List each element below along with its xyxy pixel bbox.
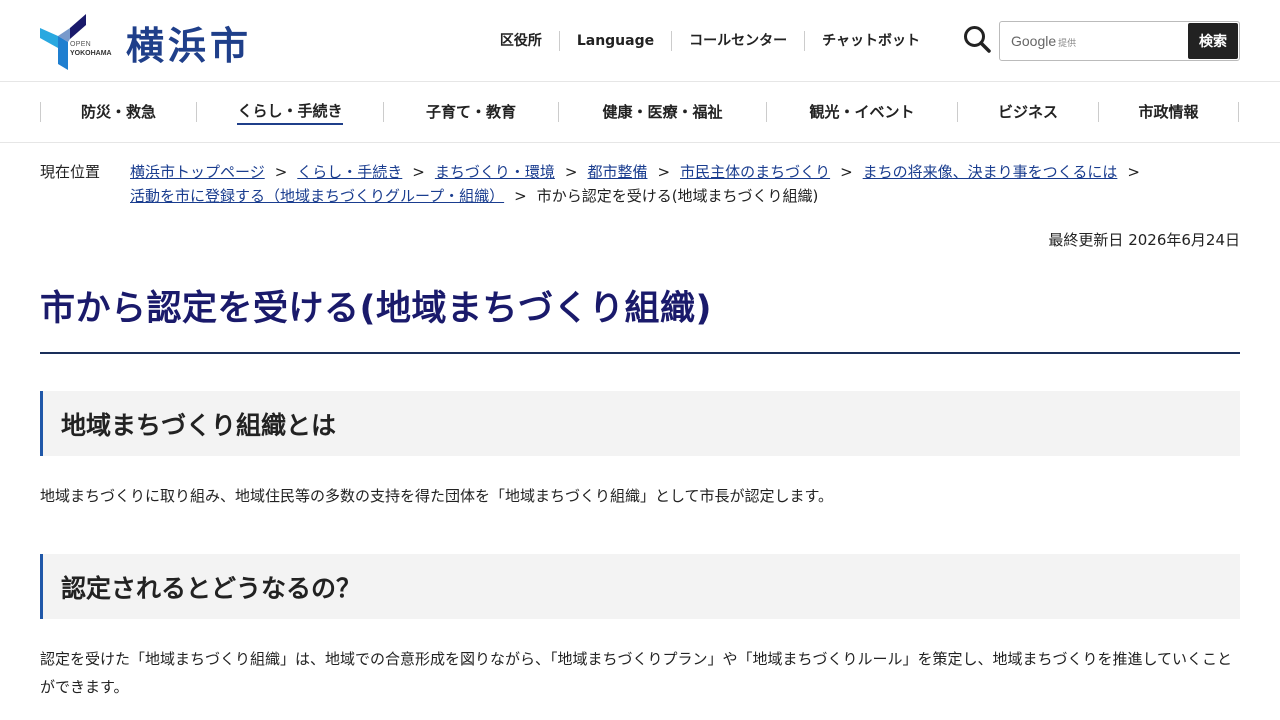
page-title: 市から認定を受ける(地域まちづくり組織) [40, 289, 712, 329]
breadcrumb-link-top[interactable]: 横浜市トップページ [130, 163, 265, 181]
gnav-item-business[interactable]: ビジネス [957, 102, 1098, 122]
search-icon[interactable] [962, 24, 992, 54]
util-link-language[interactable]: Language [558, 31, 671, 51]
breadcrumb-link-urban[interactable]: 都市整備 [587, 163, 647, 181]
breadcrumb-separator: > [1127, 163, 1140, 181]
section-body-benefits: 認定を受けた「地域まちづくり組織」は、地域での合意形成を図りながら、「地域まちづ… [40, 650, 1233, 696]
gnav-item-disaster[interactable]: 防災・救急 [40, 102, 196, 122]
breadcrumb-separator: > [657, 163, 671, 181]
nav-divider [0, 142, 1280, 143]
breadcrumb-label: 現在位置 [40, 163, 101, 181]
breadcrumb-link-register[interactable]: 活動を市に登録する（地域まちづくりグループ・組織） [130, 187, 504, 205]
gnav-item-health[interactable]: 健康・医療・福祉 [558, 102, 766, 122]
site-search: Google 提供 検索 [999, 21, 1240, 61]
last-updated: 最終更新日 2026年6月24日 [1048, 231, 1240, 249]
breadcrumb-separator: > [564, 163, 578, 181]
breadcrumb-list: 横浜市トップページ > くらし・手続き > まちづくり・環境 > 都市整備 > 市民主体のまちづ… [130, 160, 1240, 208]
logo-wordmark: 横浜市 [126, 22, 253, 68]
breadcrumb-separator: > [274, 163, 288, 181]
breadcrumb-separator: > [840, 163, 853, 181]
title-divider [40, 352, 1240, 354]
logo-open-text: OPEN [70, 41, 92, 48]
search-input[interactable] [1000, 22, 1188, 60]
site-header: OPEN YOKOHAMA 横浜市 区役所 Language コールセンター チ… [0, 0, 1280, 82]
breadcrumb-separator: > [514, 187, 527, 205]
util-link-call-center[interactable]: コールセンター [671, 31, 804, 51]
breadcrumb-link-citizen[interactable]: 市民主体のまちづくり [680, 163, 830, 181]
breadcrumb-separator: > [412, 163, 425, 181]
site-logo[interactable]: OPEN YOKOHAMA 横浜市 [40, 14, 252, 70]
section-heading-benefits: 認定されるとどうなるの？ [40, 554, 1240, 619]
util-link-ward-office[interactable]: 区役所 [483, 31, 559, 51]
breadcrumb-link-living[interactable]: くらし・手続き [297, 163, 402, 181]
yokohama-mark-icon: OPEN YOKOHAMA [40, 14, 112, 70]
search-button[interactable]: 検索 [1188, 23, 1238, 59]
gnav-item-childcare[interactable]: 子育て・教育 [383, 102, 558, 122]
breadcrumb-link-future[interactable]: まちの将来像、決まり事をつくるには [863, 163, 1118, 181]
logo-yokohama-text: YOKOHAMA [70, 50, 112, 57]
section-body-about: 地域まちづくりに取り組み、地域住民等の多数の支持を得た団体を「地域まちづくり組織… [40, 487, 834, 505]
gnav-item-living[interactable]: くらし・手続き [196, 102, 383, 125]
util-link-chatbot[interactable]: チャットボット [804, 31, 937, 51]
gnav-item-city-info[interactable]: 市政情報 [1098, 102, 1239, 122]
global-nav: 防災・救急 くらし・手続き 子育て・教育 健康・医療・福祉 観光・イベント ビジ… [40, 82, 1240, 142]
breadcrumb-link-environment[interactable]: まちづくり・環境 [435, 163, 555, 181]
section-heading-about: 地域まちづくり組織とは [40, 391, 1240, 456]
utility-nav: 区役所 Language コールセンター チャットボット [483, 31, 937, 51]
breadcrumb-current: 市から認定を受ける(地域まちづくり組織) [536, 187, 819, 205]
gnav-item-tourism[interactable]: 観光・イベント [766, 102, 957, 122]
